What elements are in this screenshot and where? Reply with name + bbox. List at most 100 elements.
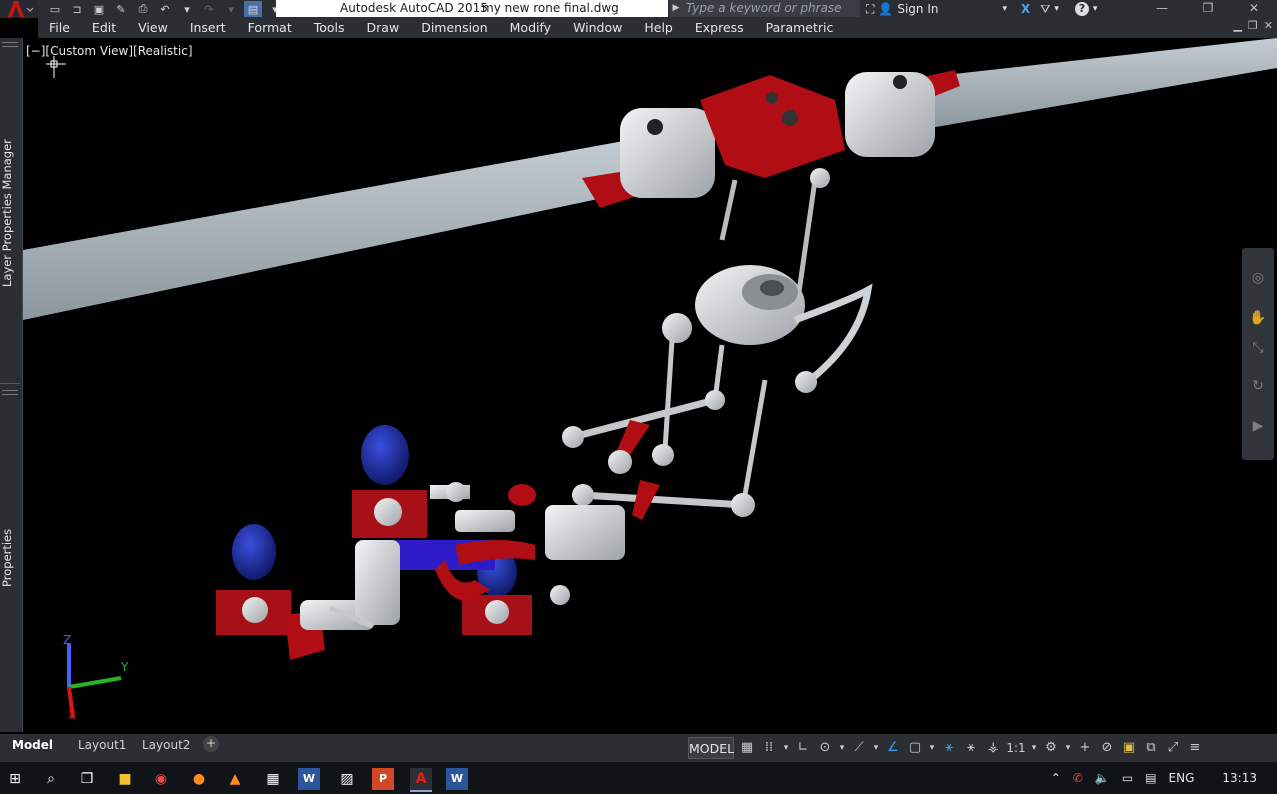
auto-scale-icon[interactable]: ⚹	[960, 737, 982, 759]
menu-parametric[interactable]: Parametric	[755, 18, 845, 38]
scale-dropdown-icon[interactable]: ▾	[1028, 737, 1040, 759]
annotation-scale-icon[interactable]: ⚶	[982, 737, 1004, 759]
drawing-close-icon[interactable]: ✕	[1264, 19, 1273, 32]
clean-screen-icon[interactable]: ⧉	[1140, 737, 1162, 759]
orbit-icon[interactable]: ↻	[1248, 376, 1268, 396]
a360-dropdown-icon[interactable]: ▾	[1054, 4, 1059, 14]
word-icon[interactable]: W	[298, 768, 320, 790]
menu-modify[interactable]: Modify	[499, 18, 562, 38]
battery-icon[interactable]: ▭	[1122, 771, 1133, 785]
binoculars-icon[interactable]: ⛶	[866, 2, 874, 17]
menu-draw[interactable]: Draw	[356, 18, 411, 38]
tab-layout1[interactable]: Layout1	[78, 736, 126, 754]
snap-icon[interactable]: ⁞⁞	[758, 737, 780, 759]
help-dropdown-icon[interactable]: ▾	[1093, 4, 1098, 14]
annotation-monitor-icon[interactable]: +	[1074, 737, 1096, 759]
annotation-visibility-icon[interactable]: ⚹	[938, 737, 960, 759]
sign-in-label[interactable]: Sign In	[897, 2, 938, 16]
object-snap-dropdown-icon[interactable]: ▾	[926, 737, 938, 759]
open-file-icon[interactable]: ⊐	[68, 1, 86, 17]
polar-icon[interactable]: ⊙	[814, 737, 836, 759]
tab-model[interactable]: Model	[12, 736, 53, 754]
object-snap-tracking-icon[interactable]: ∠	[882, 737, 904, 759]
grid-icon[interactable]: ▦	[736, 737, 758, 759]
undo-icon[interactable]: ↶	[156, 1, 174, 17]
calculator-icon[interactable]: ▦	[262, 768, 284, 790]
isodraft-icon[interactable]: ⟋	[848, 737, 870, 759]
file-explorer-icon[interactable]: ■	[114, 768, 136, 790]
windows-start-icon[interactable]: ⊞	[4, 768, 26, 790]
isodraft-dropdown-icon[interactable]: ▾	[870, 737, 882, 759]
save-icon[interactable]: ▣	[90, 1, 108, 17]
search-input[interactable]: Type a keyword or phrase	[682, 0, 860, 17]
print-icon[interactable]: ⎙	[134, 1, 152, 17]
scale-label[interactable]: 1:1	[1004, 737, 1028, 759]
menu-view[interactable]: View	[127, 18, 179, 38]
task-view-icon[interactable]: ❐	[76, 768, 98, 790]
a360-icon[interactable]: ⛛	[1040, 2, 1050, 17]
exchange-icon[interactable]: X	[1021, 2, 1030, 16]
volume-icon[interactable]: 🔈	[1095, 771, 1110, 785]
drawing-minimize-icon[interactable]: ▁	[1233, 19, 1241, 32]
menu-help[interactable]: Help	[633, 18, 684, 38]
help-icon[interactable]: ?	[1074, 2, 1089, 16]
new-file-icon[interactable]: ▭	[46, 1, 64, 17]
menu-file[interactable]: File	[38, 18, 81, 38]
full-screen-icon[interactable]: ⤢	[1162, 737, 1184, 759]
hardware-acceleration-icon[interactable]: ▣	[1118, 737, 1140, 759]
menu-edit[interactable]: Edit	[81, 18, 127, 38]
word-icon-2[interactable]: W	[446, 768, 468, 790]
undo-dropdown-icon[interactable]: ▾	[178, 1, 196, 17]
autocad-logo-icon[interactable]	[0, 0, 38, 18]
showmotion-icon[interactable]: ▶	[1248, 416, 1268, 436]
powerpoint-icon[interactable]: P	[372, 768, 394, 790]
close-icon[interactable]: ✕	[1231, 0, 1277, 18]
language-indicator[interactable]: ENG	[1169, 771, 1195, 785]
model-space-button[interactable]: MODEL	[688, 737, 734, 759]
ortho-icon[interactable]: ∟	[792, 737, 814, 759]
save-as-icon[interactable]: ✎	[112, 1, 130, 17]
notifications-icon[interactable]: ▤	[1145, 771, 1156, 785]
minimize-icon[interactable]: —	[1139, 0, 1185, 18]
menu-insert[interactable]: Insert	[179, 18, 237, 38]
properties-tab[interactable]: Properties	[0, 528, 20, 588]
tab-layout2[interactable]: Layout2	[142, 736, 190, 754]
zoom-extents-icon[interactable]: ⤡	[1248, 338, 1268, 358]
restore-icon[interactable]: ❐	[1185, 0, 1231, 18]
customization-icon[interactable]: ≡	[1184, 737, 1206, 759]
workspace-dropdown-icon[interactable]: ▾	[1062, 737, 1074, 759]
autocad-taskbar-icon[interactable]: A	[410, 768, 432, 792]
sign-in-dropdown-icon[interactable]: ▾	[1003, 4, 1008, 14]
workspace-icon[interactable]: ▤	[244, 1, 262, 17]
workspace-gear-icon[interactable]: ⚙	[1040, 737, 1062, 759]
drawing-viewport[interactable]	[23, 38, 1277, 732]
sign-in-area[interactable]: ⛶ 👤 Sign In ▾ X ⛛ ▾ ? ▾	[866, 0, 1097, 18]
search-icon[interactable]: ⌕	[40, 768, 62, 790]
redo-icon[interactable]: ↷	[200, 1, 218, 17]
polar-dropdown-icon[interactable]: ▾	[836, 737, 848, 759]
palette-grip[interactable]	[2, 42, 18, 47]
network-icon[interactable]: ✆	[1073, 771, 1083, 785]
photos-icon[interactable]: ▨	[336, 768, 358, 790]
firefox-icon[interactable]: ●	[188, 768, 210, 790]
isolate-objects-icon[interactable]: ⊘	[1096, 737, 1118, 759]
drawing-restore-icon[interactable]: ❐	[1248, 19, 1258, 32]
steering-wheel-icon[interactable]: ◎	[1248, 268, 1268, 288]
vlc-icon[interactable]: ▲	[224, 768, 246, 790]
chrome-icon[interactable]: ◉	[150, 768, 172, 790]
menu-express[interactable]: Express	[684, 18, 755, 38]
layer-properties-tab[interactable]: Layer Properties Manager	[0, 138, 20, 288]
menu-window[interactable]: Window	[562, 18, 633, 38]
redo-dropdown-icon[interactable]: ▾	[222, 1, 240, 17]
clock[interactable]: 13:13	[1222, 771, 1257, 785]
pan-icon[interactable]: ✋	[1248, 308, 1268, 328]
tray-expand-icon[interactable]: ⌃	[1051, 771, 1061, 785]
object-snap-icon[interactable]: ▢	[904, 737, 926, 759]
search-expand-icon[interactable]: ▶	[670, 0, 682, 17]
snap-dropdown-icon[interactable]: ▾	[780, 737, 792, 759]
palette-grip-2[interactable]	[2, 390, 18, 395]
menu-tools[interactable]: Tools	[303, 18, 356, 38]
menu-dimension[interactable]: Dimension	[410, 18, 498, 38]
add-layout-icon[interactable]: +	[203, 736, 219, 752]
menu-format[interactable]: Format	[237, 18, 303, 38]
